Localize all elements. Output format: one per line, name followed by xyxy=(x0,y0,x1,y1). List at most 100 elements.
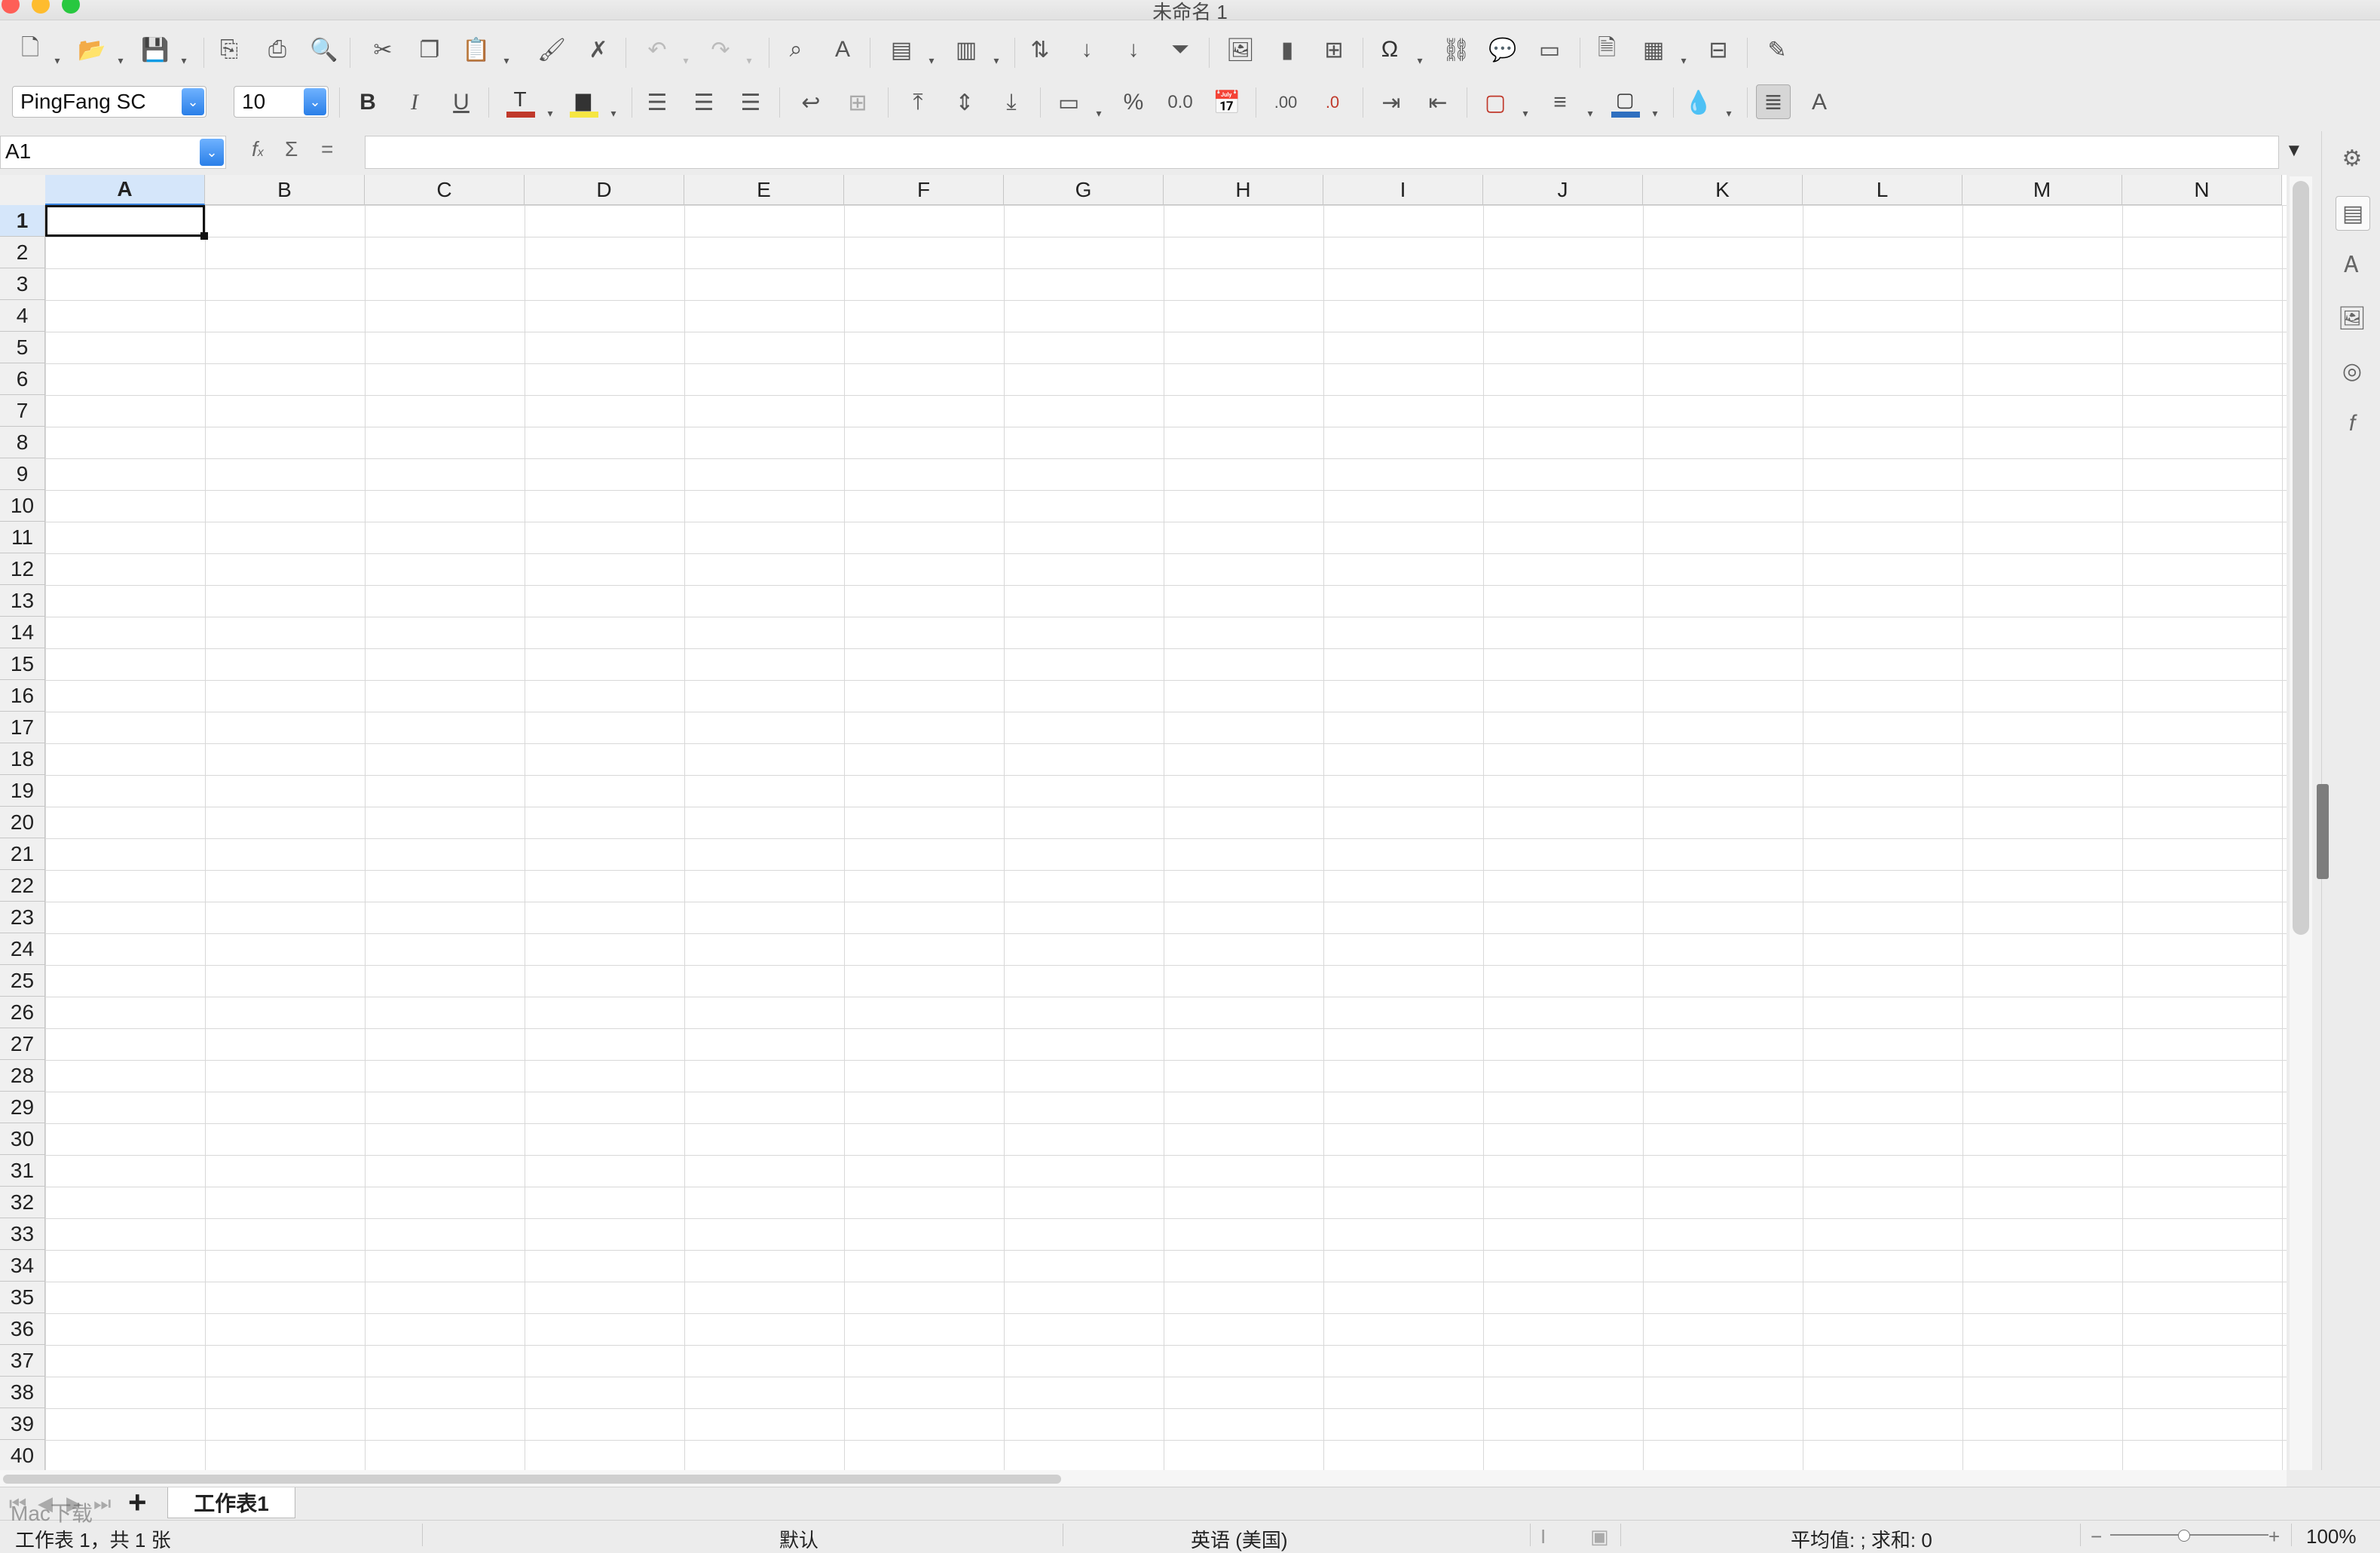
cell-grid[interactable] xyxy=(45,205,2287,1470)
clear-formatting-icon[interactable]: ✗ xyxy=(582,33,615,66)
insert-image-icon[interactable]: 🖼 xyxy=(1224,33,1257,66)
row-dropdown-icon[interactable]: ▾ xyxy=(925,44,938,77)
copy-icon[interactable]: ❐ xyxy=(413,33,446,66)
styles-icon[interactable]: Ꭺ xyxy=(2336,249,2369,282)
sidebar-settings-icon[interactable]: ⚙ xyxy=(2336,142,2369,175)
column-header[interactable]: E xyxy=(684,175,844,205)
row-header[interactable]: 11 xyxy=(0,522,45,553)
column-header[interactable]: I xyxy=(1323,175,1483,205)
border-color-dropdown-icon[interactable]: ▾ xyxy=(1649,96,1661,130)
column-header[interactable]: A xyxy=(45,175,205,205)
freeze-rows-columns-icon[interactable]: ▦ xyxy=(1637,33,1670,66)
row-header[interactable]: 16 xyxy=(0,680,45,712)
highlight-dropdown-icon[interactable]: ▾ xyxy=(607,96,619,130)
row-header[interactable]: 27 xyxy=(0,1028,45,1060)
row-header[interactable]: 38 xyxy=(0,1377,45,1408)
date-format-icon[interactable]: 📅 xyxy=(1210,86,1244,119)
delete-decimal-place-icon[interactable]: .0 xyxy=(1316,86,1349,119)
name-box[interactable]: A1 ⌄ xyxy=(0,136,226,169)
row-icon[interactable]: ▤ xyxy=(885,33,918,66)
column-header[interactable]: N xyxy=(2122,175,2282,205)
define-print-area-icon[interactable]: 🗎 xyxy=(1590,33,1623,66)
zoom-level-status[interactable]: 100% xyxy=(2306,1525,2357,1548)
italic-icon[interactable]: I xyxy=(398,86,431,119)
column-header[interactable]: D xyxy=(525,175,684,205)
row-header[interactable]: 39 xyxy=(0,1408,45,1440)
border-style-icon[interactable]: ≡ xyxy=(1543,86,1577,119)
row-header[interactable]: 21 xyxy=(0,838,45,870)
row-header[interactable]: 37 xyxy=(0,1345,45,1377)
column-header[interactable]: B xyxy=(205,175,365,205)
row-header[interactable]: 22 xyxy=(0,870,45,902)
sheet-tab[interactable]: 工作表1 xyxy=(167,1487,295,1518)
row-header[interactable]: 5 xyxy=(0,332,45,363)
align-top-icon[interactable]: ⤒ xyxy=(901,86,935,119)
row-header[interactable]: 31 xyxy=(0,1155,45,1187)
cut-icon[interactable]: ✂ xyxy=(366,33,399,66)
row-header[interactable]: 2 xyxy=(0,237,45,268)
formula-icon[interactable]: = xyxy=(321,137,333,161)
hyperlink-icon[interactable]: ⛓ xyxy=(1439,33,1473,66)
zoom-in-icon[interactable]: + xyxy=(2268,1525,2280,1548)
horizontal-scrollbar-thumb[interactable] xyxy=(3,1475,1061,1484)
row-header[interactable]: 34 xyxy=(0,1250,45,1282)
zoom-out-icon[interactable]: − xyxy=(2091,1525,2102,1548)
row-header[interactable]: 13 xyxy=(0,585,45,617)
active-cell-a1[interactable] xyxy=(45,205,205,237)
special-character-icon[interactable]: Ω xyxy=(1373,33,1406,66)
row-header[interactable]: 15 xyxy=(0,648,45,680)
paste-dropdown-icon[interactable]: ▾ xyxy=(500,44,512,77)
row-header[interactable]: 25 xyxy=(0,965,45,997)
export-pdf-icon[interactable]: ⎘ xyxy=(213,33,246,66)
row-header[interactable]: 40 xyxy=(0,1440,45,1470)
increase-indent-icon[interactable]: ⇥ xyxy=(1375,86,1408,119)
percent-format-icon[interactable]: % xyxy=(1117,86,1150,119)
autofilter-icon[interactable]: ⏷ xyxy=(1164,33,1197,66)
vertical-scrollbar[interactable] xyxy=(2290,176,2312,1470)
print-icon[interactable]: ⎙ xyxy=(261,33,294,66)
language-status[interactable]: 英语 (美国) xyxy=(1191,1525,1288,1553)
horizontal-text-icon[interactable]: ≣ xyxy=(1756,84,1791,119)
highlight-color-icon[interactable]: ▆ xyxy=(567,83,600,118)
sum-icon[interactable]: Σ xyxy=(285,137,298,161)
navigator-icon[interactable]: ◎ xyxy=(2336,354,2369,387)
save-dropdown-icon[interactable]: ▾ xyxy=(178,44,190,77)
wrap-text-icon[interactable]: ↩ xyxy=(794,86,827,119)
row-header[interactable]: 20 xyxy=(0,807,45,838)
find-replace-icon[interactable]: ⌕ xyxy=(779,33,812,66)
insert-chart-icon[interactable]: ▮ xyxy=(1271,33,1304,66)
pivot-table-icon[interactable]: ⊞ xyxy=(1317,33,1351,66)
add-decimal-place-icon[interactable]: .00 xyxy=(1269,86,1302,119)
gallery-icon[interactable]: 🖼 xyxy=(2336,302,2369,335)
chevron-down-icon[interactable]: ⌄ xyxy=(182,88,204,115)
column-header[interactable]: J xyxy=(1483,175,1643,205)
sidebar-collapse-handle[interactable] xyxy=(2317,784,2329,879)
row-header[interactable]: 32 xyxy=(0,1187,45,1218)
row-header[interactable]: 19 xyxy=(0,775,45,807)
new-document-icon[interactable]: 🗋 xyxy=(14,33,47,66)
align-bottom-icon[interactable]: ⤓ xyxy=(995,86,1028,119)
align-center-icon[interactable]: ☰ xyxy=(687,86,720,119)
currency-format-icon[interactable]: ▭ xyxy=(1052,86,1085,119)
conditional-format-icon[interactable]: 💧 xyxy=(1682,86,1715,119)
font-size-box[interactable]: 10 ⌄ xyxy=(234,86,329,118)
print-preview-icon[interactable]: 🔍 xyxy=(307,33,341,66)
column-header[interactable]: F xyxy=(844,175,1004,205)
column-header[interactable]: C xyxy=(365,175,525,205)
row-header[interactable]: 1 xyxy=(0,205,45,237)
row-header[interactable]: 35 xyxy=(0,1282,45,1313)
split-window-icon[interactable]: ⊟ xyxy=(1702,33,1735,66)
headers-footers-icon[interactable]: ▭ xyxy=(1533,33,1566,66)
column-icon[interactable]: ▥ xyxy=(950,33,983,66)
open-dropdown-icon[interactable]: ▾ xyxy=(115,44,127,77)
borders-dropdown-icon[interactable]: ▾ xyxy=(1519,96,1531,130)
row-header[interactable]: 23 xyxy=(0,902,45,933)
border-style-dropdown-icon[interactable]: ▾ xyxy=(1584,96,1596,130)
row-header[interactable]: 30 xyxy=(0,1123,45,1155)
save-icon[interactable]: 💾 xyxy=(139,33,172,66)
row-header[interactable]: 6 xyxy=(0,363,45,395)
column-header[interactable]: G xyxy=(1004,175,1164,205)
row-header[interactable]: 10 xyxy=(0,490,45,522)
open-icon[interactable]: 📂 xyxy=(75,33,109,66)
show-draw-functions-icon[interactable]: ✎ xyxy=(1761,33,1794,66)
